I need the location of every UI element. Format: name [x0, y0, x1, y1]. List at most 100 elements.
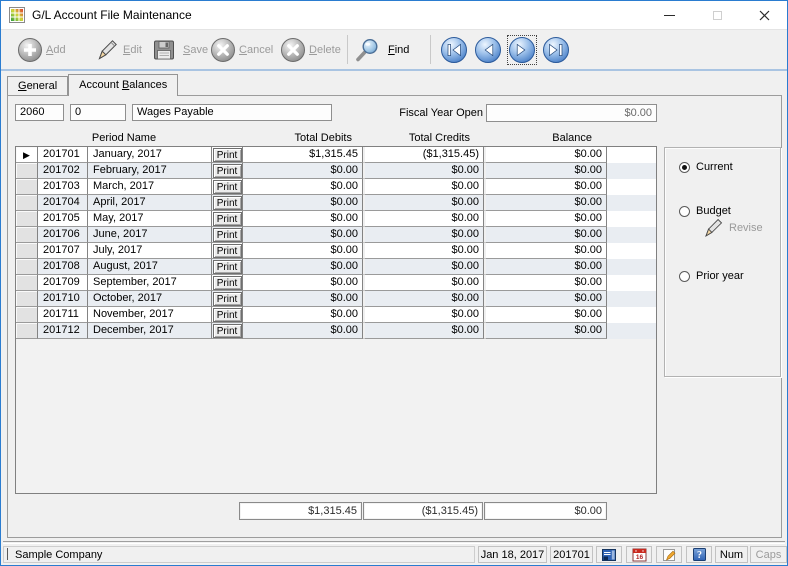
credits-cell[interactable]: $0.00: [365, 195, 484, 211]
last-record-button[interactable]: [542, 36, 570, 64]
debits-cell[interactable]: $0.00: [243, 323, 363, 339]
balance-cell[interactable]: $0.00: [486, 259, 607, 275]
cancel-button[interactable]: Cancel: [239, 30, 273, 70]
print-button[interactable]: Print: [213, 148, 242, 162]
period-code-cell[interactable]: 201708: [38, 259, 88, 275]
credits-cell[interactable]: $0.00: [365, 243, 484, 259]
period-name-cell[interactable]: March, 2017: [88, 179, 212, 195]
balance-cell[interactable]: $0.00: [486, 195, 607, 211]
minimize-button[interactable]: [646, 1, 692, 29]
debits-cell[interactable]: $0.00: [243, 243, 363, 259]
delete-button[interactable]: Delete: [309, 30, 341, 70]
account-sub-field[interactable]: 0: [70, 104, 126, 121]
period-code-cell[interactable]: 201709: [38, 275, 88, 291]
add-icon[interactable]: [17, 37, 43, 63]
print-button[interactable]: Print: [213, 324, 242, 338]
previous-record-button[interactable]: [474, 36, 502, 64]
radio-prior-year[interactable]: Prior year: [679, 270, 744, 282]
balance-cell[interactable]: $0.00: [486, 227, 607, 243]
period-name-cell[interactable]: October, 2017: [88, 291, 212, 307]
balance-cell[interactable]: $0.00: [486, 307, 607, 323]
print-button[interactable]: Print: [213, 260, 242, 274]
next-record-button[interactable]: [508, 36, 536, 64]
balance-cell[interactable]: $0.00: [486, 147, 607, 163]
memo-button[interactable]: [656, 546, 682, 563]
tab-general[interactable]: General: [7, 76, 68, 95]
first-record-button[interactable]: [440, 36, 468, 64]
debits-cell[interactable]: $1,315.45: [243, 147, 363, 163]
credits-cell[interactable]: $0.00: [365, 259, 484, 275]
row-selector[interactable]: [16, 307, 38, 323]
print-button[interactable]: Print: [213, 292, 242, 306]
debits-cell[interactable]: $0.00: [243, 291, 363, 307]
find-button[interactable]: Find: [388, 30, 409, 70]
balance-cell[interactable]: $0.00: [486, 179, 607, 195]
row-selector[interactable]: ▶: [16, 147, 38, 163]
period-name-cell[interactable]: April, 2017: [88, 195, 212, 211]
save-floppy-icon[interactable]: [151, 37, 177, 63]
radio-current[interactable]: Current: [679, 161, 733, 173]
row-selector[interactable]: [16, 243, 38, 259]
account-number-field[interactable]: 2060: [15, 104, 64, 121]
add-button[interactable]: Add: [46, 30, 66, 70]
print-button[interactable]: Print: [213, 212, 242, 226]
row-selector[interactable]: [16, 179, 38, 195]
debits-cell[interactable]: $0.00: [243, 179, 363, 195]
company-select-button[interactable]: [596, 546, 622, 563]
period-name-cell[interactable]: May, 2017: [88, 211, 212, 227]
account-name-field[interactable]: Wages Payable: [132, 104, 332, 121]
delete-x-icon[interactable]: [280, 37, 306, 63]
debits-cell[interactable]: $0.00: [243, 275, 363, 291]
find-magnifier-icon[interactable]: [353, 36, 381, 64]
row-selector[interactable]: [16, 323, 38, 339]
period-name-cell[interactable]: June, 2017: [88, 227, 212, 243]
row-selector[interactable]: [16, 275, 38, 291]
period-code-cell[interactable]: 201710: [38, 291, 88, 307]
period-code-cell[interactable]: 201712: [38, 323, 88, 339]
period-name-cell[interactable]: September, 2017: [88, 275, 212, 291]
period-code-cell[interactable]: 201702: [38, 163, 88, 179]
print-button[interactable]: Print: [213, 164, 242, 178]
credits-cell[interactable]: ($1,315.45): [365, 147, 484, 163]
print-button[interactable]: Print: [213, 228, 242, 242]
debits-cell[interactable]: $0.00: [243, 163, 363, 179]
balance-cell[interactable]: $0.00: [486, 323, 607, 339]
row-selector[interactable]: [16, 259, 38, 275]
debits-cell[interactable]: $0.00: [243, 259, 363, 275]
credits-cell[interactable]: $0.00: [365, 163, 484, 179]
debits-cell[interactable]: $0.00: [243, 195, 363, 211]
print-button[interactable]: Print: [213, 196, 242, 210]
row-selector[interactable]: [16, 291, 38, 307]
print-button[interactable]: Print: [213, 180, 242, 194]
row-selector[interactable]: [16, 211, 38, 227]
balance-cell[interactable]: $0.00: [486, 163, 607, 179]
cancel-x-icon[interactable]: [210, 37, 236, 63]
revise-button[interactable]: Revise: [701, 216, 763, 240]
period-code-cell[interactable]: 201701: [38, 147, 88, 163]
period-code-cell[interactable]: 201707: [38, 243, 88, 259]
period-code-cell[interactable]: 201705: [38, 211, 88, 227]
period-name-cell[interactable]: November, 2017: [88, 307, 212, 323]
period-code-cell[interactable]: 201711: [38, 307, 88, 323]
period-name-cell[interactable]: February, 2017: [88, 163, 212, 179]
credits-cell[interactable]: $0.00: [365, 179, 484, 195]
credits-cell[interactable]: $0.00: [365, 227, 484, 243]
credits-cell[interactable]: $0.00: [365, 275, 484, 291]
debits-cell[interactable]: $0.00: [243, 211, 363, 227]
period-name-cell[interactable]: July, 2017: [88, 243, 212, 259]
print-button[interactable]: Print: [213, 308, 242, 322]
calendar-button[interactable]: 16: [626, 546, 652, 563]
row-selector[interactable]: [16, 163, 38, 179]
period-code-cell[interactable]: 201706: [38, 227, 88, 243]
period-code-cell[interactable]: 201704: [38, 195, 88, 211]
period-name-cell[interactable]: January, 2017: [88, 147, 212, 163]
period-code-cell[interactable]: 201703: [38, 179, 88, 195]
save-button[interactable]: Save: [183, 30, 208, 70]
balance-cell[interactable]: $0.00: [486, 275, 607, 291]
print-button[interactable]: Print: [213, 244, 242, 258]
edit-pencil-icon[interactable]: [94, 37, 120, 63]
debits-cell[interactable]: $0.00: [243, 227, 363, 243]
close-button[interactable]: [741, 1, 787, 29]
row-selector[interactable]: [16, 227, 38, 243]
balance-cell[interactable]: $0.00: [486, 243, 607, 259]
